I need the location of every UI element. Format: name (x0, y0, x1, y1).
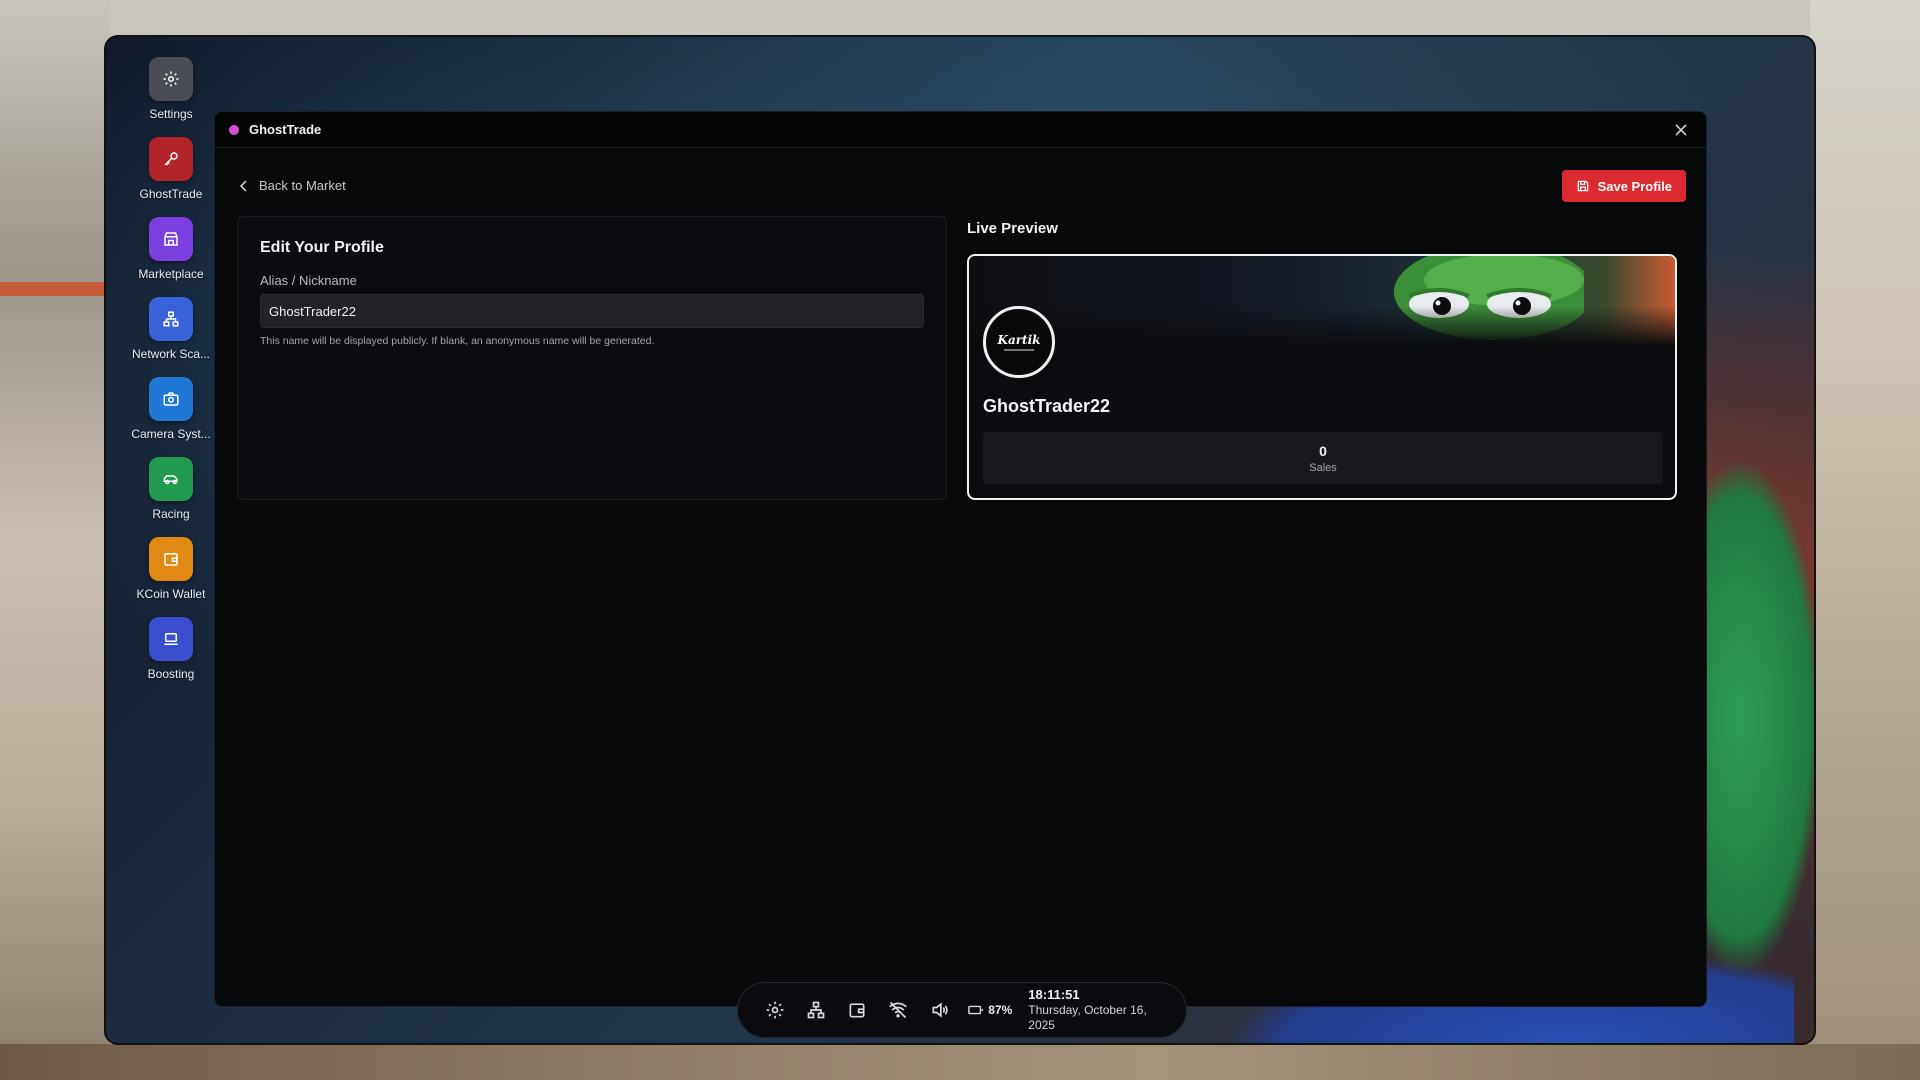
app-status-dot (229, 124, 239, 135)
dock-label: Racing (152, 507, 190, 521)
dock-label: Network Sca... (131, 347, 211, 361)
car-icon (149, 457, 193, 501)
dock-label: KCoin Wallet (136, 587, 206, 601)
close-icon[interactable] (1670, 119, 1692, 141)
sales-stat: 0 Sales (983, 432, 1663, 484)
dock-label: Marketplace (138, 267, 204, 281)
save-button-label: Save Profile (1597, 178, 1672, 194)
tablet-screen: Settings GhostTrade Marketplace Network … (104, 35, 1816, 1045)
gear-icon (149, 57, 193, 101)
wallet-icon (149, 537, 193, 581)
panel-title: Edit Your Profile (260, 239, 384, 256)
dock-label: Boosting (147, 667, 195, 681)
gear-icon[interactable] (760, 994, 789, 1026)
battery-icon (968, 1005, 984, 1015)
wallpaper-decoration (1704, 457, 1814, 977)
edit-profile-panel: Edit Your Profile Alias / Nickname This … (237, 216, 947, 500)
save-icon (1577, 180, 1588, 192)
chevron-left-icon (239, 179, 247, 192)
window-title: GhostTrade (249, 122, 322, 137)
banner-fade (969, 306, 1675, 346)
game-world-left (0, 0, 110, 1080)
game-world-bottom (0, 1044, 1920, 1080)
game-world-right (1810, 0, 1920, 1080)
save-profile-button[interactable]: Save Profile (1561, 170, 1686, 202)
avatar-logo-underline (1004, 349, 1034, 351)
alias-input[interactable] (260, 294, 924, 328)
camera-icon (149, 377, 193, 421)
volume-icon[interactable] (925, 994, 954, 1026)
network-icon[interactable] (801, 994, 830, 1026)
dock-label: Camera Syst... (131, 427, 211, 441)
dock-label: GhostTrade (139, 187, 203, 201)
preview-display-name: GhostTrader22 (983, 396, 1111, 416)
alias-label: Alias / Nickname (260, 273, 357, 288)
wallet-icon[interactable] (843, 994, 872, 1026)
back-link-label: Back to Market (259, 178, 346, 193)
back-to-market-link[interactable]: Back to Market (239, 178, 346, 193)
profile-preview-card: Kartik GhostTrader22 0 Sales (967, 254, 1677, 500)
system-taskbar: 87% 18:11:51 Thursday, October 16, 2025 (737, 982, 1187, 1038)
avatar: Kartik (983, 306, 1055, 378)
sales-label: Sales (1309, 461, 1337, 474)
dock-label: Settings (149, 107, 193, 121)
key-icon (149, 137, 193, 181)
ghosttrade-window: GhostTrade Back to Market Save Profile E… (214, 111, 1707, 1007)
alias-hint: This name will be displayed publicly. If… (260, 335, 655, 347)
sales-count: 0 (1319, 442, 1327, 459)
clock: 18:11:51 Thursday, October 16, 2025 (1028, 987, 1164, 1033)
avatar-logo-text: Kartik (997, 333, 1041, 347)
window-titlebar: GhostTrade (215, 112, 1706, 148)
store-icon (149, 217, 193, 261)
clock-date: Thursday, October 16, 2025 (1028, 1003, 1147, 1033)
network-icon (149, 297, 193, 341)
laptop-icon (149, 617, 193, 661)
window-content: Back to Market Save Profile Edit Your Pr… (215, 148, 1706, 1006)
wifi-off-icon[interactable] (884, 994, 913, 1026)
battery-status: 87% (968, 1003, 1012, 1017)
battery-percent: 87% (988, 1003, 1013, 1017)
clock-time: 18:11:51 (1028, 986, 1080, 1002)
live-preview-title: Live Preview (967, 220, 1058, 237)
